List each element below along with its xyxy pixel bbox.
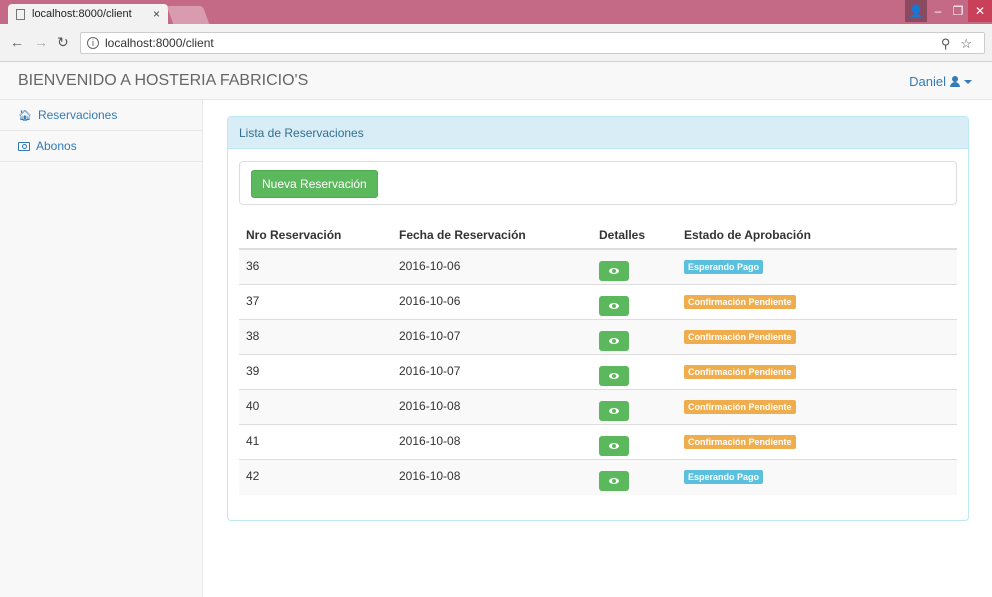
table-row: 41 2016-10-08 Confirmación Pendiente (239, 424, 957, 460)
table-row: 39 2016-10-07 Confirmación Pendiente (239, 354, 957, 390)
cell-detalles (592, 459, 677, 495)
table-row: 40 2016-10-08 Confirmación Pendiente (239, 389, 957, 425)
header-nro[interactable]: Nro Reservación (239, 222, 392, 250)
sidebar-item-abonos[interactable]: Abonos (0, 131, 202, 162)
reservations-panel: Lista de Reservaciones Nueva Reservación… (227, 116, 969, 521)
view-details-eye-icon[interactable] (599, 366, 629, 386)
cell-fecha: 2016-10-08 (392, 459, 592, 495)
table-row: 38 2016-10-07 Confirmación Pendiente (239, 319, 957, 355)
sidebar: 🏠︎ Reservaciones Abonos (0, 100, 203, 597)
cell-estado: Esperando Pago (677, 248, 957, 285)
cell-nro: 38 (239, 319, 392, 355)
document-icon (16, 8, 25, 20)
cell-nro: 41 (239, 424, 392, 460)
forward-arrow-icon[interactable]: → (34, 34, 48, 50)
cell-detalles (592, 319, 677, 355)
view-details-eye-icon[interactable] (599, 261, 629, 281)
view-details-eye-icon[interactable] (599, 401, 629, 421)
cell-detalles (592, 424, 677, 460)
cell-nro: 36 (239, 248, 392, 285)
cell-estado: Esperando Pago (677, 459, 957, 495)
sidebar-item-reservaciones[interactable]: 🏠︎ Reservaciones (0, 100, 202, 131)
cell-fecha: 2016-10-07 (392, 354, 592, 390)
url-input[interactable]: i localhost:8000/client ⚲ ☆ (80, 32, 985, 54)
cell-fecha: 2016-10-08 (392, 424, 592, 460)
cell-estado: Confirmación Pendiente (677, 284, 957, 320)
info-icon[interactable]: i (87, 37, 99, 49)
user-icon (950, 76, 960, 87)
cell-estado: Confirmación Pendiente (677, 319, 957, 355)
header-fecha[interactable]: Fecha de Reservación (392, 222, 592, 250)
view-details-eye-icon[interactable] (599, 296, 629, 316)
cell-detalles (592, 248, 677, 285)
sidebar-item-label: Reservaciones (37, 108, 118, 122)
table-row: 36 2016-10-06 Esperando Pago (239, 248, 957, 285)
new-tab-button[interactable] (166, 6, 210, 24)
caret-down-icon (964, 79, 972, 84)
browser-tab-bar: localhost:8000/client × 👤 – ❐ ✕ (0, 0, 992, 24)
cell-nro: 39 (239, 354, 392, 390)
cell-estado: Confirmación Pendiente (677, 354, 957, 390)
status-badge: Esperando Pago (684, 470, 764, 484)
view-details-eye-icon[interactable] (599, 436, 629, 456)
status-badge: Confirmación Pendiente (684, 330, 796, 344)
cell-fecha: 2016-10-08 (392, 389, 592, 425)
url-text: localhost:8000/client (105, 36, 214, 50)
cell-nro: 37 (239, 284, 392, 320)
status-badge: Confirmación Pendiente (684, 365, 796, 379)
status-badge: Confirmación Pendiente (684, 435, 796, 449)
cell-nro: 42 (239, 459, 392, 495)
reservations-table: Nro Reservación Fecha de Reservación Det… (239, 222, 957, 495)
back-arrow-icon[interactable]: ← (10, 34, 24, 50)
view-details-eye-icon[interactable] (599, 331, 629, 351)
cell-fecha: 2016-10-06 (392, 284, 592, 320)
cell-estado: Confirmación Pendiente (677, 424, 957, 460)
translate-icon[interactable]: ⚲ (941, 36, 951, 52)
reload-icon[interactable]: ↻ (57, 34, 69, 51)
view-details-eye-icon[interactable] (599, 471, 629, 491)
cell-detalles (592, 284, 677, 320)
home-icon: 🏠︎ (18, 109, 32, 122)
cell-estado: Confirmación Pendiente (677, 389, 957, 425)
address-bar: ← → ↻ i localhost:8000/client ⚲ ☆ (0, 24, 992, 62)
brand-title[interactable]: BIENVENIDO A HOSTERIA FABRICIO'S (18, 72, 308, 90)
panel-heading: Lista de Reservaciones (228, 117, 968, 149)
tab-close-icon[interactable]: × (153, 7, 160, 21)
header-detalles[interactable]: Detalles (592, 222, 677, 250)
user-menu[interactable]: Daniel (909, 74, 972, 89)
cell-detalles (592, 354, 677, 390)
table-header-row: Nro Reservación Fecha de Reservación Det… (239, 222, 957, 250)
new-reservation-button[interactable]: Nueva Reservación (251, 170, 378, 198)
star-icon[interactable]: ☆ (960, 36, 972, 52)
sidebar-item-label: Abonos (36, 139, 77, 153)
table-row: 42 2016-10-08 Esperando Pago (239, 459, 957, 495)
cell-fecha: 2016-10-07 (392, 319, 592, 355)
header-estado[interactable]: Estado de Aprobación (677, 222, 957, 250)
status-badge: Esperando Pago (684, 260, 764, 274)
cell-nro: 40 (239, 389, 392, 425)
cell-detalles (592, 389, 677, 425)
status-badge: Confirmación Pendiente (684, 400, 796, 414)
user-name: Daniel (909, 74, 946, 89)
profile-icon[interactable]: 👤 (905, 0, 927, 22)
maximize-icon[interactable]: ❐ (948, 0, 968, 22)
minimize-icon[interactable]: – (928, 0, 948, 22)
tab-title: localhost:8000/client (32, 8, 132, 20)
money-icon (18, 141, 30, 151)
status-badge: Confirmación Pendiente (684, 295, 796, 309)
cell-fecha: 2016-10-06 (392, 248, 592, 285)
table-row: 37 2016-10-06 Confirmación Pendiente (239, 284, 957, 320)
app-navbar: BIENVENIDO A HOSTERIA FABRICIO'S Daniel (0, 62, 992, 100)
window-close-icon[interactable]: ✕ (968, 0, 992, 22)
browser-tab[interactable]: localhost:8000/client × (8, 4, 168, 24)
actions-well: Nueva Reservación (239, 161, 957, 205)
